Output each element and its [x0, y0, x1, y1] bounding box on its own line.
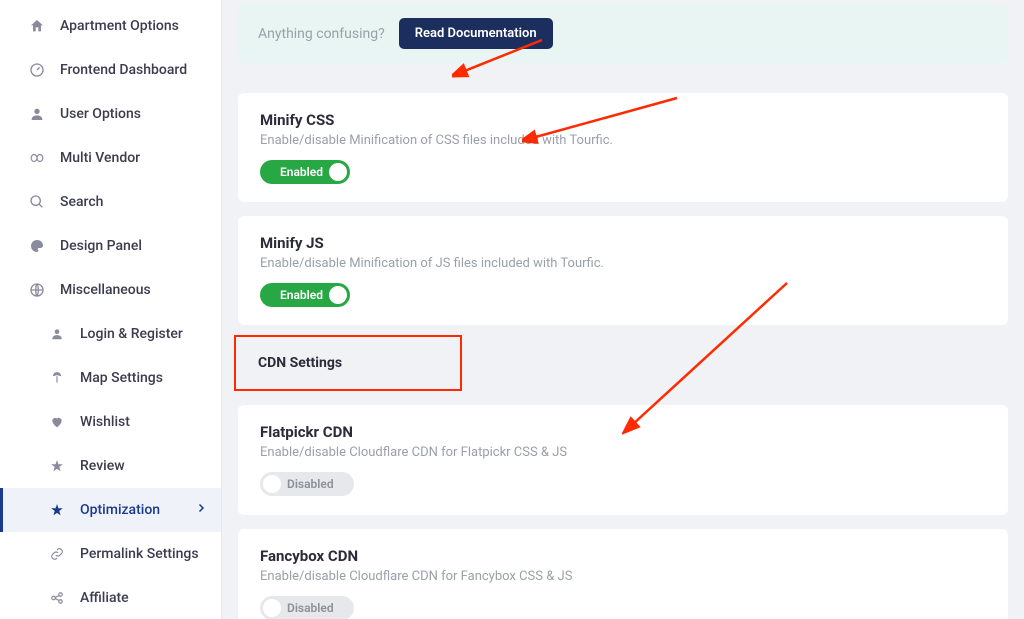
read-documentation-button[interactable]: Read Documentation: [399, 18, 553, 49]
sidebar-item-label: Multi Vendor: [60, 150, 140, 166]
toggle-knob: [263, 475, 281, 493]
toggle-fancybox-cdn[interactable]: Disabled: [260, 596, 354, 619]
sidebar-sub-login-register[interactable]: Login & Register: [0, 312, 221, 356]
toggle-minify-js[interactable]: Enabled: [260, 283, 350, 307]
sidebar-sub-optimization[interactable]: Optimization: [0, 488, 221, 532]
sidebar-item-label: Frontend Dashboard: [60, 62, 187, 78]
info-bar: Anything confusing? Read Documentation: [238, 4, 1008, 63]
star-filled-icon: [48, 501, 66, 519]
header-title: CDN Settings: [258, 355, 438, 371]
globe-icon: [28, 281, 46, 299]
sidebar-item-label: User Options: [60, 106, 141, 122]
sidebar: Apartment Options Frontend Dashboard Use…: [0, 0, 222, 619]
section-desc: Enable/disable Cloudflare CDN for Flatpi…: [260, 445, 986, 460]
vendor-icon: [28, 149, 46, 167]
section-minify-js: Minify JS Enable/disable Minification of…: [238, 216, 1008, 325]
sidebar-sub-affiliate[interactable]: Affiliate: [0, 576, 221, 619]
affiliate-icon: [48, 589, 66, 607]
sidebar-item-search[interactable]: Search: [0, 180, 221, 224]
info-text: Anything confusing?: [258, 26, 385, 42]
section-title: Minify CSS: [260, 111, 986, 129]
sidebar-item-label: Review: [80, 458, 125, 474]
dashboard-icon: [28, 61, 46, 79]
section-minify-css: Minify CSS Enable/disable Minification o…: [238, 93, 1008, 202]
palette-icon: [28, 237, 46, 255]
sidebar-item-label: Affiliate: [80, 590, 129, 606]
sidebar-item-miscellaneous[interactable]: Miscellaneous: [0, 268, 221, 312]
section-title: Fancybox CDN: [260, 547, 986, 565]
link-icon: [48, 545, 66, 563]
toggle-knob: [263, 599, 281, 617]
section-desc: Enable/disable Cloudflare CDN for Fancyb…: [260, 569, 986, 584]
sidebar-item-label: Login & Register: [80, 326, 183, 342]
section-fancybox-cdn: Fancybox CDN Enable/disable Cloudflare C…: [238, 529, 1008, 619]
sidebar-item-label: Search: [60, 194, 103, 210]
section-desc: Enable/disable Minification of CSS files…: [260, 133, 986, 148]
toggle-label: Disabled: [281, 601, 340, 615]
home-icon: [28, 17, 46, 35]
sidebar-item-multi-vendor[interactable]: Multi Vendor: [0, 136, 221, 180]
toggle-knob: [329, 286, 347, 304]
section-header-cdn: CDN Settings: [234, 335, 462, 391]
sidebar-sub-review[interactable]: Review: [0, 444, 221, 488]
chevron-right-icon: [195, 502, 207, 518]
section-title: Flatpickr CDN: [260, 423, 986, 441]
section-desc: Enable/disable Minification of JS files …: [260, 256, 986, 271]
sidebar-item-label: Design Panel: [60, 238, 142, 254]
sidebar-item-label: Permalink Settings: [80, 546, 199, 562]
toggle-label: Enabled: [274, 165, 329, 179]
sidebar-item-design-panel[interactable]: Design Panel: [0, 224, 221, 268]
toggle-minify-css[interactable]: Enabled: [260, 160, 350, 184]
sidebar-item-label: Apartment Options: [60, 18, 179, 34]
section-title: Minify JS: [260, 234, 986, 252]
toggle-knob: [329, 163, 347, 181]
sidebar-item-label: Map Settings: [80, 370, 163, 386]
user-icon: [28, 105, 46, 123]
sidebar-sub-wishlist[interactable]: Wishlist: [0, 400, 221, 444]
toggle-label: Enabled: [274, 288, 329, 302]
section-flatpickr-cdn: Flatpickr CDN Enable/disable Cloudflare …: [238, 405, 1008, 515]
heart-icon: [48, 413, 66, 431]
main-panel: Anything confusing? Read Documentation M…: [222, 0, 1024, 619]
sidebar-item-apartment-options[interactable]: Apartment Options: [0, 4, 221, 48]
sidebar-item-label: Optimization: [80, 502, 160, 518]
toggle-flatpickr-cdn[interactable]: Disabled: [260, 472, 354, 496]
search-icon: [28, 193, 46, 211]
sidebar-item-label: Miscellaneous: [60, 282, 151, 298]
sidebar-sub-map-settings[interactable]: Map Settings: [0, 356, 221, 400]
sidebar-item-frontend-dashboard[interactable]: Frontend Dashboard: [0, 48, 221, 92]
beach-icon: [48, 369, 66, 387]
sidebar-item-user-options[interactable]: User Options: [0, 92, 221, 136]
user-icon: [48, 325, 66, 343]
toggle-label: Disabled: [281, 477, 340, 491]
sidebar-sub-permalink-settings[interactable]: Permalink Settings: [0, 532, 221, 576]
sidebar-item-label: Wishlist: [80, 414, 130, 430]
star-icon: [48, 457, 66, 475]
